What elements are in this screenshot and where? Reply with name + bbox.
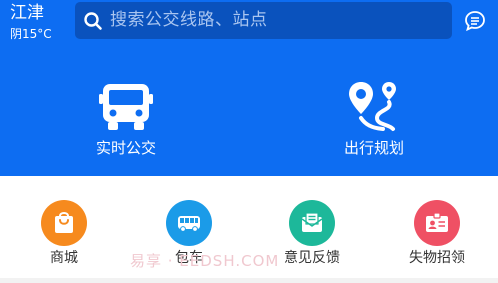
route-pin-icon <box>349 82 396 131</box>
shortcut-feedback[interactable]: 意见反馈 <box>272 200 352 267</box>
search-icon <box>84 12 102 30</box>
search-bar[interactable]: 搜索公交线路、站点 <box>75 2 452 39</box>
shortcut-label: 失物招领 <box>409 250 465 266</box>
shortcut-mall[interactable]: 商城 <box>24 200 104 267</box>
search-placeholder: 搜索公交线路、站点 <box>110 10 268 30</box>
location-weather[interactable]: 江津 阴15°C <box>10 3 52 42</box>
trip-planning-label: 出行规划 <box>343 139 404 157</box>
mall-icon <box>41 200 87 246</box>
city-name: 江津 <box>10 3 44 23</box>
id-card-icon <box>414 200 460 246</box>
message-icon[interactable] <box>464 10 486 32</box>
trip-planning-button[interactable]: 出行规划 <box>324 80 424 158</box>
top-banner: 江津 阴15°C 搜索公交线路、站点 实时公交 出行规划 <box>0 0 498 176</box>
shortcut-label: 商城 <box>50 250 78 266</box>
weather-label: 阴15°C <box>10 27 52 41</box>
realtime-bus-label: 实时公交 <box>95 139 156 157</box>
watermark-text: 易享 · EEDSH.COM <box>130 252 280 270</box>
feedback-mail-icon <box>289 200 335 246</box>
realtime-bus-button[interactable]: 实时公交 <box>76 80 176 158</box>
bus-icon <box>99 84 153 130</box>
shortcut-label: 意见反馈 <box>284 250 340 266</box>
shortcut-lost-found[interactable]: 失物招领 <box>397 200 477 267</box>
charter-bus-icon <box>166 200 212 246</box>
